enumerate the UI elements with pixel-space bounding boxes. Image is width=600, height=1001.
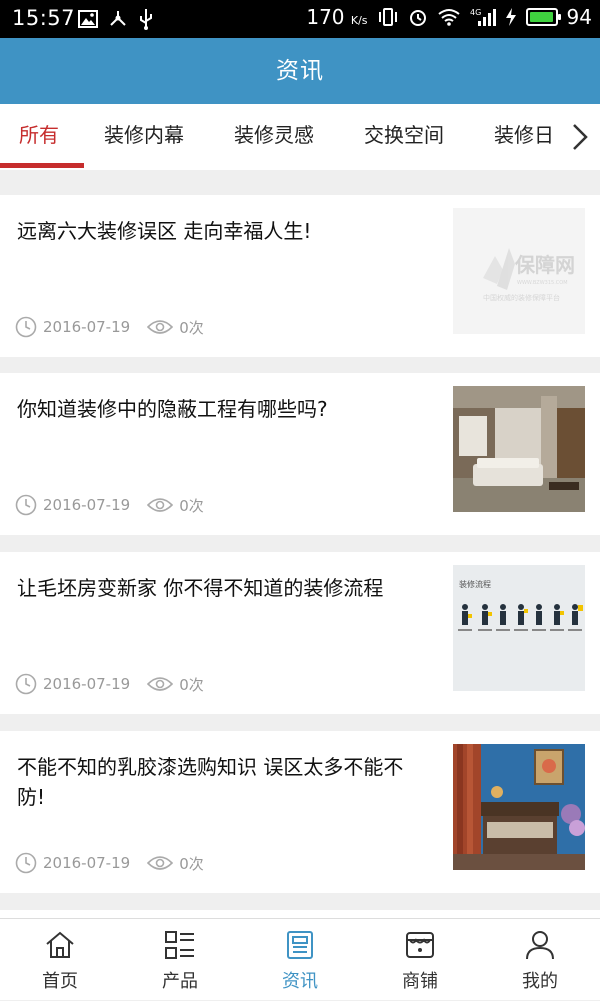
clock-icon	[15, 494, 37, 516]
tab-decoration-inspiration[interactable]: 装修灵感	[234, 104, 314, 170]
article-thumbnail: 装修流程	[453, 565, 585, 691]
status-right-icons: 170 K/s 4G 94	[306, 5, 592, 29]
article-thumbnail: 保障网 WWW.BZW315.COM 中国权威的装修保障平台	[453, 208, 585, 334]
svg-text:4G: 4G	[470, 8, 481, 17]
article-thumbnail	[453, 386, 585, 512]
store-icon	[406, 932, 434, 958]
tab-exchange-space[interactable]: 交换空间	[364, 104, 444, 170]
wifi-icon	[437, 9, 460, 26]
nav-products-label: 产品	[162, 971, 198, 992]
eye-icon	[147, 675, 174, 693]
clock-icon	[15, 316, 37, 338]
article-title: 不能不知的乳胶漆选购知识 误区太多不能不防!	[17, 755, 404, 809]
chevron-right-icon	[573, 124, 588, 150]
article-views: 0次	[179, 318, 204, 337]
article-thumbnail	[453, 744, 585, 870]
svg-text:保障网: 保障网	[514, 253, 575, 277]
nav-mine[interactable]: 我的	[480, 919, 600, 1001]
nav-home-label: 首页	[42, 971, 78, 992]
article-title: 远离六大装修误区 走向幸福人生!	[17, 219, 312, 243]
eye-icon	[147, 854, 174, 872]
battery-percent: 94	[566, 5, 592, 29]
article-meta: 2016-07-19 0次	[15, 493, 204, 517]
article-item[interactable]: 你知道装修中的隐蔽工程有哪些吗? 2016-07-19 0次	[0, 373, 600, 535]
nav-news[interactable]: 资讯	[240, 919, 360, 1001]
nav-store-label: 商铺	[402, 971, 438, 992]
nav-mine-label: 我的	[522, 971, 558, 992]
article-item-partial[interactable]	[0, 910, 600, 918]
article-views: 0次	[179, 496, 204, 515]
user-icon	[526, 931, 554, 960]
bottom-navigation: 首页 产品 资讯 商铺 我的	[0, 918, 600, 1000]
article-views: 0次	[179, 675, 204, 694]
svg-text:WWW.BZW315.COM: WWW.BZW315.COM	[517, 280, 568, 286]
alarm-icon	[409, 10, 426, 26]
page-title: 资讯	[0, 38, 600, 104]
article-item[interactable]: 不能不知的乳胶漆选购知识 误区太多不能不防! 2016-07-19 0次	[0, 731, 600, 893]
article-title: 让毛坯房变新家 你不得不知道的装修流程	[17, 576, 384, 600]
tab-decoration-insider[interactable]: 装修内幕	[104, 104, 184, 170]
svg-text:装修流程: 装修流程	[459, 579, 491, 589]
home-icon	[46, 931, 74, 958]
signal-icon: 4G	[470, 8, 496, 26]
nav-store[interactable]: 商铺	[360, 919, 480, 1001]
article-item[interactable]: 让毛坯房变新家 你不得不知道的装修流程 2016-07-19 0次 装修流程	[0, 552, 600, 714]
article-meta: 2016-07-19 0次	[15, 315, 204, 339]
article-item[interactable]: 远离六大装修误区 走向幸福人生! 2016-07-19 0次 保障网 WWW.B…	[0, 195, 600, 357]
article-date: 2016-07-19	[43, 318, 131, 336]
tab-decoration-diary[interactable]: 装修日	[494, 104, 554, 170]
category-tabs: 所有 装修内幕 装修灵感 交换空间 装修日	[0, 104, 600, 170]
article-date: 2016-07-19	[43, 496, 131, 514]
status-left-icons	[78, 8, 154, 30]
battery-icon	[525, 8, 561, 26]
status-time: 15:57	[12, 6, 76, 30]
usb-icon	[140, 9, 152, 30]
news-icon	[287, 931, 313, 959]
article-title: 你知道装修中的隐蔽工程有哪些吗?	[17, 397, 328, 421]
svg-text:中国权威的装修保障平台: 中国权威的装修保障平台	[483, 293, 560, 302]
eye-icon	[147, 318, 174, 336]
article-date: 2016-07-19	[43, 854, 131, 872]
tabs-scroll-right-button[interactable]	[560, 104, 600, 170]
image-icon	[78, 10, 98, 28]
clock-icon	[15, 852, 37, 874]
active-tab-indicator	[0, 163, 84, 168]
vibrate-icon	[378, 8, 397, 26]
article-date: 2016-07-19	[43, 675, 131, 693]
grid-list-icon	[165, 931, 194, 959]
nav-products[interactable]: 产品	[120, 919, 240, 1001]
article-views: 0次	[179, 854, 204, 873]
charging-icon	[505, 8, 516, 26]
article-meta: 2016-07-19 0次	[15, 672, 204, 696]
share-icon	[110, 11, 126, 26]
nav-home[interactable]: 首页	[0, 919, 120, 1001]
network-speed: 170 K/s	[306, 5, 368, 29]
clock-icon	[15, 673, 37, 695]
tab-all[interactable]: 所有	[19, 104, 59, 170]
article-meta: 2016-07-19 0次	[15, 851, 204, 875]
eye-icon	[147, 496, 174, 514]
nav-news-label: 资讯	[282, 971, 318, 992]
status-bar: 15:57 170 K/s 4G 94	[0, 0, 600, 38]
